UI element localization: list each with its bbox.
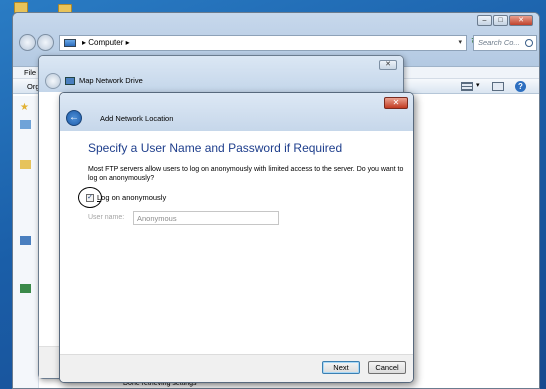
wizard-footer: Next Cancel bbox=[60, 354, 413, 382]
address-bar[interactable]: ▸ Computer ▸ ▾ bbox=[59, 35, 467, 51]
annotation-circle bbox=[78, 187, 102, 208]
wizard-title: Add Network Location bbox=[100, 114, 174, 123]
page-description: Most FTP servers allow users to log on a… bbox=[88, 166, 404, 182]
username-label: User name: bbox=[88, 214, 125, 221]
username-field[interactable] bbox=[133, 211, 279, 225]
network-icon[interactable] bbox=[20, 284, 31, 293]
close-button[interactable]: ✕ bbox=[384, 97, 408, 109]
search-placeholder: Search Co... bbox=[478, 38, 520, 47]
close-button[interactable]: ✕ bbox=[509, 15, 533, 26]
add-network-location-wizard: ✕ ← Add Network Location Specify a User … bbox=[59, 92, 414, 383]
libraries-icon[interactable] bbox=[20, 120, 31, 129]
favorites-star-icon[interactable]: ★ bbox=[20, 102, 31, 113]
checkbox-label-text: og on anonymously bbox=[101, 193, 167, 202]
map-network-drive-title-bar: ✕ Map Network Drive bbox=[39, 56, 403, 92]
address-chevron-icon: ▸ bbox=[123, 38, 130, 47]
next-button[interactable]: Next bbox=[322, 361, 360, 374]
network-drive-icon bbox=[65, 77, 75, 85]
wizard-title-bar: ✕ ← Add Network Location bbox=[60, 93, 413, 131]
help-icon[interactable]: ? bbox=[515, 81, 526, 92]
address-path: Computer bbox=[88, 38, 124, 47]
dialog-title: Map Network Drive bbox=[79, 76, 143, 85]
back-arrow-icon[interactable]: ← bbox=[66, 110, 82, 126]
search-input[interactable]: Search Co... bbox=[473, 35, 537, 51]
close-button[interactable]: ✕ bbox=[379, 60, 397, 70]
page-heading: Specify a User Name and Password if Requ… bbox=[88, 141, 343, 155]
folder-icon[interactable] bbox=[20, 160, 31, 169]
computer-icon[interactable] bbox=[20, 236, 31, 245]
cancel-button[interactable]: Cancel bbox=[368, 361, 406, 374]
maximize-button[interactable]: □ bbox=[493, 15, 508, 26]
navigation-pane: ★ bbox=[13, 96, 39, 388]
minimize-button[interactable]: – bbox=[477, 15, 492, 26]
menu-file[interactable]: File bbox=[24, 68, 36, 77]
wizard-body: Specify a User Name and Password if Requ… bbox=[60, 131, 413, 356]
preview-pane-icon[interactable] bbox=[492, 82, 504, 91]
forward-button[interactable] bbox=[37, 34, 54, 51]
search-icon bbox=[525, 39, 533, 47]
computer-icon bbox=[64, 39, 76, 47]
views-icon[interactable] bbox=[461, 82, 473, 91]
chevron-down-icon[interactable]: ▾ bbox=[476, 81, 480, 89]
back-button[interactable] bbox=[19, 34, 36, 51]
explorer-caption-buttons: – □ ✕ bbox=[477, 15, 533, 26]
address-dropdown-icon[interactable]: ▾ bbox=[458, 36, 462, 50]
log-on-anonymously-label[interactable]: Log on anonymously bbox=[97, 193, 166, 202]
back-button[interactable] bbox=[45, 73, 61, 89]
